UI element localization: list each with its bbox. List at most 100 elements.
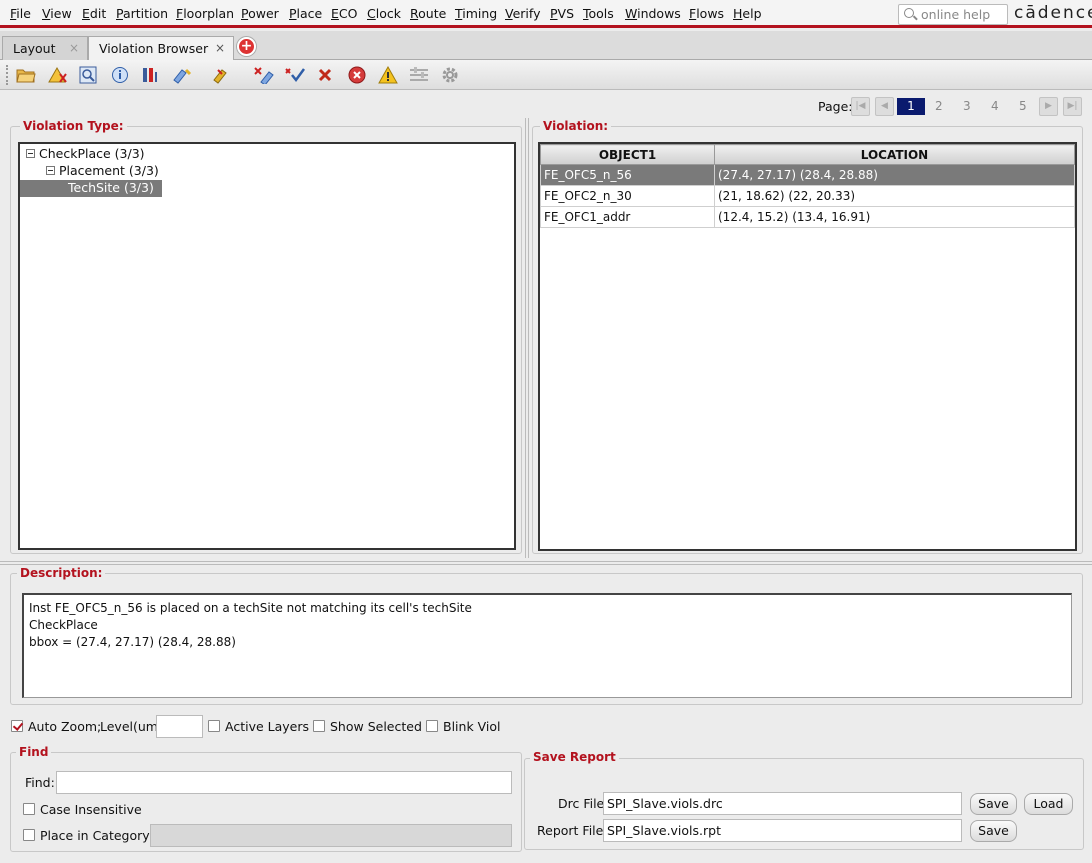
report-file-label: Report File: [537,823,608,838]
violation-title: Violation: [540,119,612,133]
check-icon[interactable] [284,64,306,86]
violation-type-tree[interactable]: CheckPlace (3/3) Placement (3/3) TechSit… [18,142,516,550]
place-in-category-label: Place in Category [40,828,150,843]
open-folder-icon[interactable] [15,64,37,86]
page-label: Page: [818,99,853,114]
find-title: Find [16,745,52,759]
vertical-splitter[interactable] [525,118,529,558]
collapse-icon[interactable] [26,149,35,158]
zoom-fit-icon[interactable] [77,64,99,86]
column-header-location[interactable]: LOCATION [714,144,1075,165]
auto-zoom-checkbox[interactable] [11,720,23,732]
violation-table: OBJECT1 LOCATION FE_OFC5_n_56 (27.4, 27.… [540,144,1075,228]
page-2[interactable]: 2 [935,99,943,113]
clear-highlight-icon[interactable] [253,64,275,86]
find-label: Find: [25,775,55,790]
case-insensitive-label: Case Insensitive [40,802,142,817]
tab-violation-browser[interactable]: Violation Browser × [88,36,234,61]
menu-view[interactable]: View [42,6,72,21]
first-page-button[interactable]: |◀ [851,97,870,116]
page-3[interactable]: 3 [963,99,971,113]
menu-help[interactable]: Help [733,6,762,21]
tree-item-label: Placement (3/3) [59,163,159,178]
toolbar [0,60,1092,90]
report-file-input[interactable]: SPI_Slave.viols.rpt [603,819,962,842]
menu-verify[interactable]: Verify [505,6,540,21]
toolbar-grip[interactable] [6,65,12,85]
tree-item-techsite[interactable]: TechSite (3/3) [20,180,162,197]
delete-icon[interactable] [314,64,336,86]
cell-location: (12.4, 15.2) (13.4, 16.91) [714,206,1075,228]
place-in-category-checkbox[interactable] [23,829,35,841]
menu-flows[interactable]: Flows [689,6,724,21]
highlight-icon[interactable] [172,64,194,86]
tab-layout[interactable]: Layout × [2,36,88,60]
stop-icon[interactable] [346,64,368,86]
menu-timing[interactable]: Timing [455,6,497,21]
menu-bar: File View Edit Partition Floorplan Power… [0,0,1092,28]
tree-item-label: CheckPlace (3/3) [39,146,145,161]
menu-floorplan[interactable]: Floorplan [176,6,234,21]
info-icon[interactable] [109,64,131,86]
level-input[interactable] [156,715,203,738]
page-4[interactable]: 4 [991,99,999,113]
description-line: CheckPlace [29,618,98,632]
menu-route[interactable]: Route [410,6,446,21]
online-help-search[interactable]: online help [898,4,1008,25]
filter-icon[interactable] [139,64,161,86]
drc-file-input[interactable]: SPI_Slave.viols.drc [603,792,962,815]
edit-highlight-icon[interactable] [212,64,234,86]
menu-clock[interactable]: Clock [367,6,401,21]
tree-item-checkplace[interactable]: CheckPlace (3/3) [26,146,145,161]
close-icon[interactable]: × [215,41,225,55]
description-text[interactable]: Inst FE_OFC5_n_56 is placed on a techSit… [22,593,1072,698]
menu-file[interactable]: File [10,6,31,21]
blink-viol-label: Blink Viol [443,719,501,734]
menu-pvs[interactable]: PVS [550,6,574,21]
warning-icon[interactable] [377,64,399,86]
auto-zoom-label: Auto Zoom; [28,719,102,734]
next-page-button[interactable]: ▶ [1039,97,1058,116]
save-report-title: Save Report [530,750,619,764]
violation-type-title: Violation Type: [20,119,127,133]
settings-list-icon[interactable] [408,64,430,86]
horizontal-splitter[interactable] [0,561,1092,565]
table-row[interactable]: FE_OFC2_n_30 (21, 18.62) (22, 20.33) [540,185,1075,207]
page-5[interactable]: 5 [1019,99,1027,113]
save-report-button[interactable]: Save [970,820,1017,842]
last-page-button[interactable]: ▶| [1063,97,1082,116]
column-header-object1[interactable]: OBJECT1 [540,144,715,165]
close-icon[interactable]: × [69,41,79,55]
add-tab-icon[interactable]: + [237,37,256,56]
save-drc-button[interactable]: Save [970,793,1017,815]
load-drc-button[interactable]: Load [1024,793,1073,815]
collapse-icon[interactable] [46,166,55,175]
table-row[interactable]: FE_OFC1_addr (12.4, 15.2) (13.4, 16.91) [540,206,1075,228]
search-placeholder: online help [921,7,991,22]
auto-fix-icon[interactable] [47,64,69,86]
drc-file-label: Drc File: [558,796,609,811]
cell-location: (21, 18.62) (22, 20.33) [714,185,1075,207]
tree-item-label: TechSite (3/3) [68,180,154,195]
menu-place[interactable]: Place [289,6,322,21]
find-input[interactable] [56,771,512,794]
show-selected-checkbox[interactable] [313,720,325,732]
case-insensitive-checkbox[interactable] [23,803,35,815]
blink-viol-checkbox[interactable] [426,720,438,732]
prev-page-button[interactable]: ◀ [875,97,894,116]
menu-tools[interactable]: Tools [583,6,614,21]
active-layers-checkbox[interactable] [208,720,220,732]
level-label: Level(um) [100,719,163,734]
description-title: Description: [17,566,106,580]
page-1[interactable]: 1 [897,98,925,115]
table-row[interactable]: FE_OFC5_n_56 (27.4, 27.17) (28.4, 28.88) [540,164,1075,186]
tab-bar: Layout × Violation Browser × [0,31,1092,61]
gear-icon[interactable] [439,64,461,86]
menu-partition[interactable]: Partition [116,6,168,21]
menu-eco[interactable]: ECO [331,6,357,21]
menu-windows[interactable]: Windows [625,6,681,21]
menu-edit[interactable]: Edit [82,6,106,21]
menu-power[interactable]: Power [241,6,279,21]
violation-table-box: OBJECT1 LOCATION FE_OFC5_n_56 (27.4, 27.… [538,142,1077,551]
tree-item-placement[interactable]: Placement (3/3) [46,163,159,178]
